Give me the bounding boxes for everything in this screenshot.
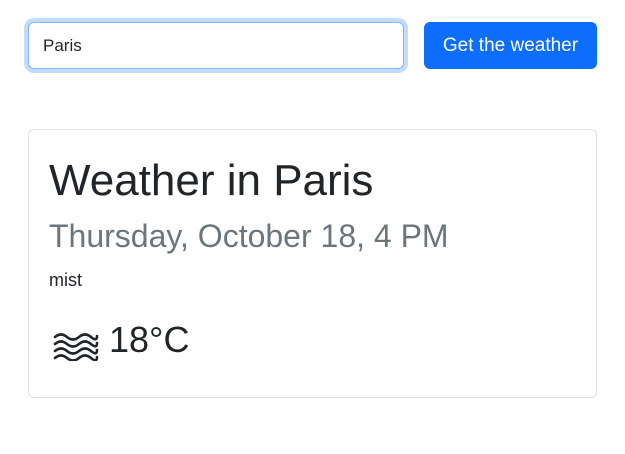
- weather-description: mist: [49, 270, 82, 290]
- temperature-value: 18°C: [109, 319, 190, 360]
- get-weather-button[interactable]: Get the weather: [424, 22, 597, 69]
- weather-card: Weather in Paris Thursday, October 18, 4…: [28, 129, 597, 398]
- weather-title: Weather in Paris: [49, 156, 374, 205]
- mist-icon: [53, 333, 99, 361]
- search-bar: Get the weather: [28, 22, 597, 69]
- city-search-input[interactable]: [28, 22, 404, 69]
- weather-datetime: Thursday, October 18, 4 PM: [49, 218, 449, 254]
- temperature-row: 18°C: [49, 318, 189, 362]
